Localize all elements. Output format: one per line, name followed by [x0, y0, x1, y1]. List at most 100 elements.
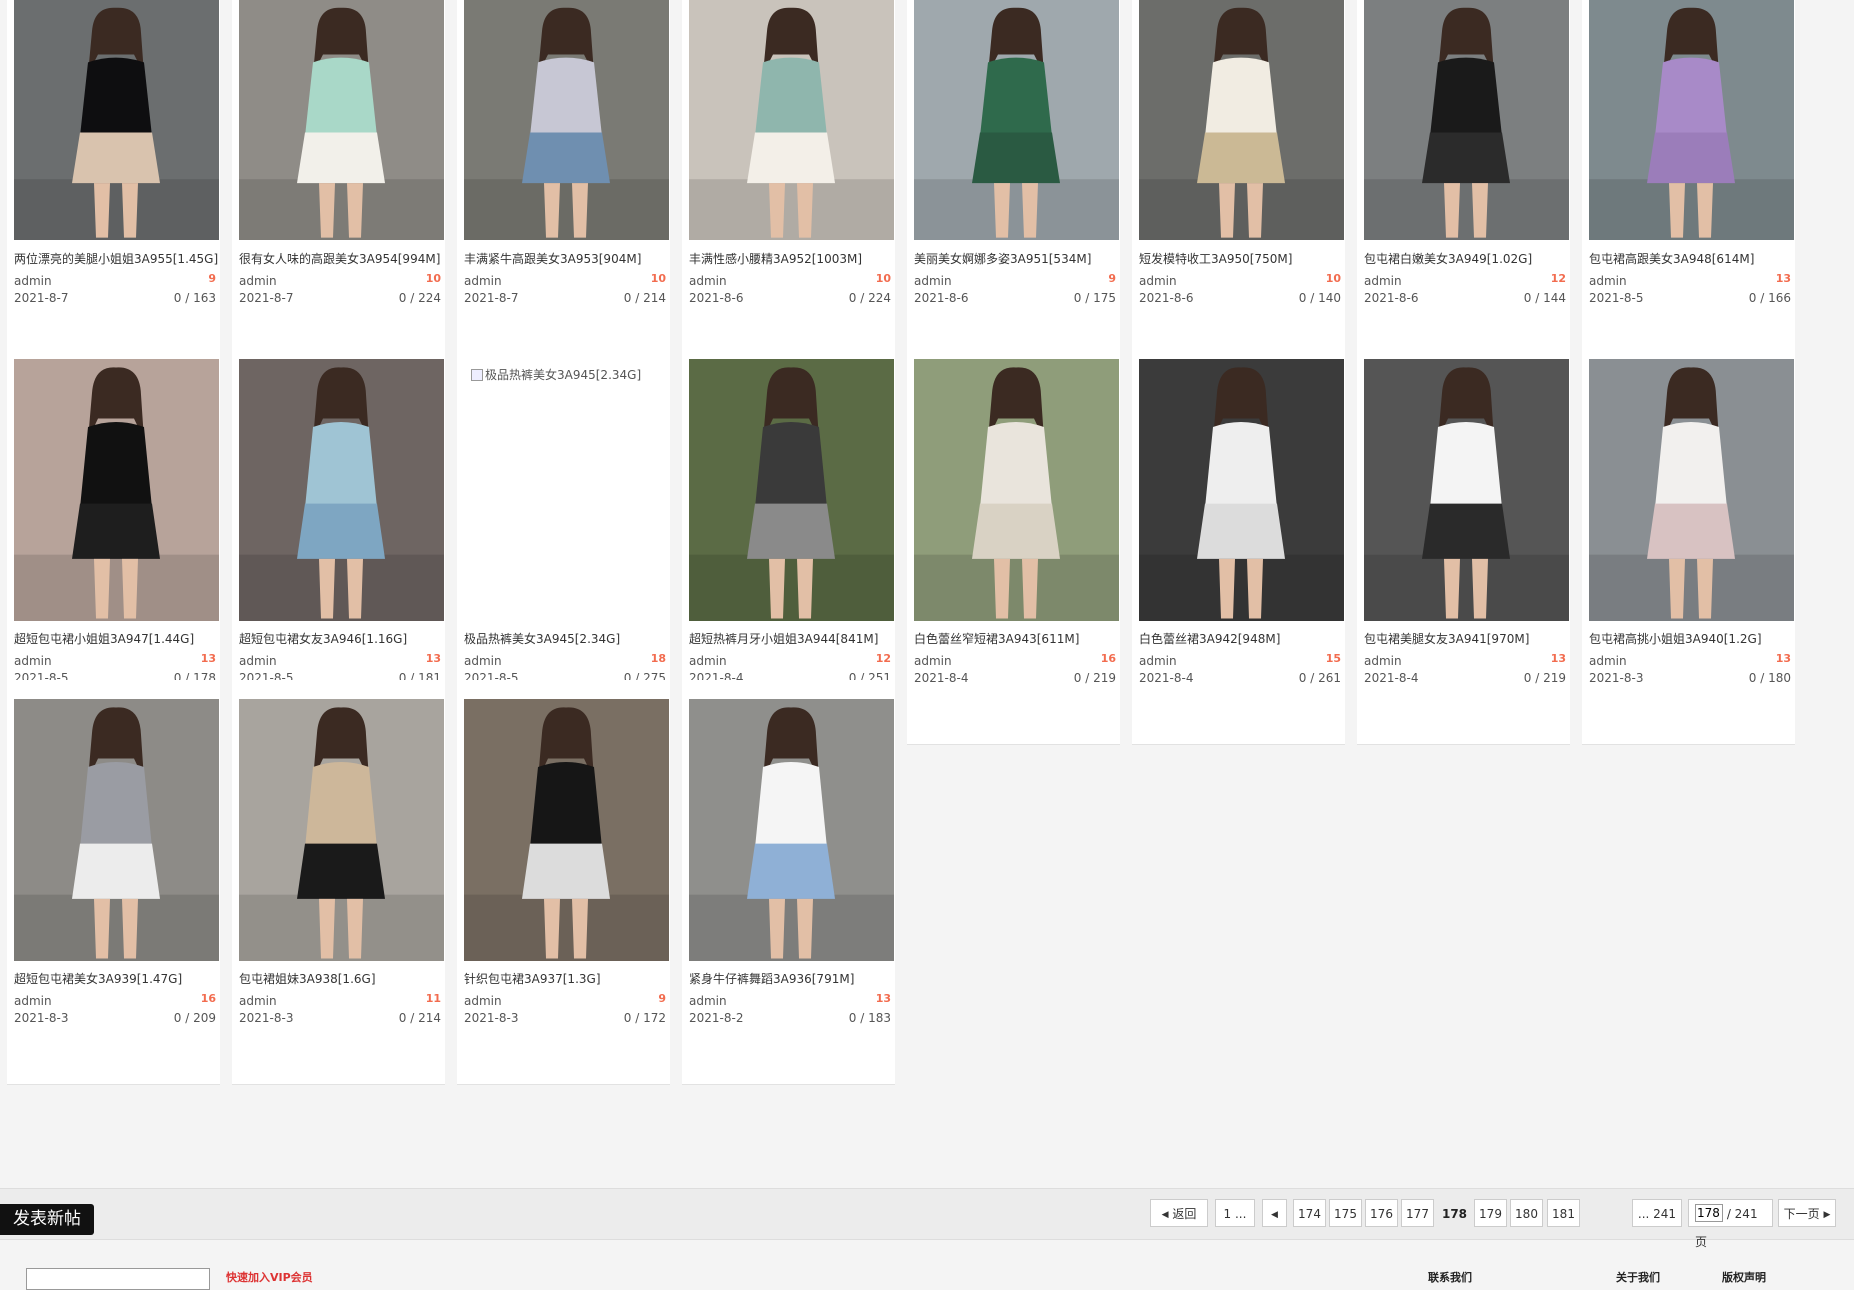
photo-svg: [689, 699, 894, 961]
back-label: 返回: [1172, 1207, 1197, 1221]
thread-title[interactable]: 美丽美女婀娜多姿3A951[534M]: [914, 250, 1124, 267]
thread-author[interactable]: admin: [1589, 274, 1627, 288]
page-179[interactable]: 179: [1474, 1199, 1507, 1227]
thread-thumbnail[interactable]: [1589, 0, 1794, 240]
thread-thumbnail[interactable]: [464, 0, 669, 240]
thread-thumbnail[interactable]: 极品热裤美女3A945[2.34G]: [464, 359, 669, 621]
thread-author[interactable]: admin: [14, 994, 52, 1008]
thread-title[interactable]: 紧身牛仔裤舞蹈3A936[791M]: [689, 970, 899, 987]
footer-search-box[interactable]: [26, 1268, 210, 1290]
new-post-button[interactable]: 发表新帖: [0, 1204, 94, 1235]
thread-thumbnail[interactable]: [689, 699, 894, 961]
thread-thumbnail[interactable]: [239, 699, 444, 961]
thread-thumbnail[interactable]: [14, 0, 219, 240]
thread-author[interactable]: admin: [1589, 654, 1627, 668]
footer-link-copyright[interactable]: 版权声明: [1722, 1269, 1766, 1285]
thread-title[interactable]: 超短包屯裙小姐姐3A947[1.44G]: [14, 630, 224, 647]
thread-title[interactable]: 短发模特收工3A950[750M]: [1139, 250, 1349, 267]
thread-author[interactable]: admin: [464, 994, 502, 1008]
thread-title[interactable]: 超短包屯裙美女3A939[1.47G]: [14, 970, 224, 987]
thread-thumbnail[interactable]: [914, 359, 1119, 621]
page-180[interactable]: 180: [1510, 1199, 1543, 1227]
thread-card[interactable]: 针织包屯裙3A937[1.3G] admin 9 2021-8-3 0 / 172: [457, 680, 670, 1085]
figure-bottom: [72, 843, 160, 899]
thread-title[interactable]: 包屯裙美腿女友3A941[970M]: [1364, 630, 1574, 647]
thread-author[interactable]: admin: [689, 994, 727, 1008]
thread-card[interactable]: 包屯裙美腿女友3A941[970M] admin 13 2021-8-4 0 / 219: [1357, 340, 1570, 745]
thread-thumbnail[interactable]: [464, 699, 669, 961]
thread-card[interactable]: 白色蕾丝裙3A942[948M] admin 15 2021-8-4 0 / 261: [1132, 340, 1345, 745]
thread-author[interactable]: admin: [1139, 274, 1177, 288]
photo-ground: [914, 179, 1119, 240]
thread-title[interactable]: 包屯裙高挑小姐姐3A940[1.2G]: [1589, 630, 1799, 647]
thread-title[interactable]: 包屯裙姐妹3A938[1.6G]: [239, 970, 449, 987]
thread-thumbnail[interactable]: [14, 699, 219, 961]
page-178[interactable]: 178: [1438, 1199, 1471, 1227]
reply-count: 16: [1100, 652, 1116, 665]
prev-page-button[interactable]: ◀: [1262, 1199, 1287, 1227]
thread-title[interactable]: 超短热裤月牙小姐姐3A944[841M]: [689, 630, 899, 647]
thread-card[interactable]: 白色蕾丝窄短裙3A943[611M] admin 16 2021-8-4 0 / 219: [907, 340, 1120, 745]
thread-title[interactable]: 白色蕾丝裙3A942[948M]: [1139, 630, 1349, 647]
thread-author[interactable]: admin: [464, 654, 502, 668]
next-page-button[interactable]: 下一页 ▶: [1778, 1199, 1836, 1227]
thread-author[interactable]: admin: [14, 274, 52, 288]
thread-title[interactable]: 丰满性感小腰精3A952[1003M]: [689, 250, 899, 267]
page-181[interactable]: 181: [1547, 1199, 1580, 1227]
thread-author[interactable]: admin: [689, 274, 727, 288]
thread-card[interactable]: 包屯裙姐妹3A938[1.6G] admin 11 2021-8-3 0 / 214: [232, 680, 445, 1085]
thread-title[interactable]: 白色蕾丝窄短裙3A943[611M]: [914, 630, 1124, 647]
thread-author[interactable]: admin: [14, 654, 52, 668]
thread-author[interactable]: admin: [464, 274, 502, 288]
thread-author[interactable]: admin: [1139, 654, 1177, 668]
thread-title[interactable]: 很有女人味的高跟美女3A954[994M]: [239, 250, 449, 267]
page-174[interactable]: 174: [1293, 1199, 1326, 1227]
back-button[interactable]: ◀ 返回: [1150, 1199, 1208, 1227]
figure-top: [305, 421, 377, 508]
photo-ground: [14, 179, 219, 240]
footer-link-about[interactable]: 关于我们: [1616, 1269, 1660, 1285]
thread-thumbnail[interactable]: [239, 0, 444, 240]
thread-author[interactable]: admin: [689, 654, 727, 668]
thread-thumbnail[interactable]: [1139, 0, 1344, 240]
thread-author[interactable]: admin: [1364, 274, 1402, 288]
footer-join-vip-link[interactable]: 快速加入VIP会员: [226, 1269, 313, 1285]
page-jump-input[interactable]: [1695, 1204, 1723, 1222]
thread-author[interactable]: admin: [239, 994, 277, 1008]
thread-title[interactable]: 包屯裙白嫩美女3A949[1.02G]: [1364, 250, 1574, 267]
thread-thumbnail[interactable]: [689, 359, 894, 621]
thread-thumbnail[interactable]: [1364, 0, 1569, 240]
figure-bottom: [522, 843, 610, 899]
thread-card[interactable]: 超短包屯裙美女3A939[1.47G] admin 16 2021-8-3 0 / 20…: [7, 680, 220, 1085]
thread-thumbnail[interactable]: [689, 0, 894, 240]
thread-title[interactable]: 针织包屯裙3A937[1.3G]: [464, 970, 674, 987]
thread-author[interactable]: admin: [914, 654, 952, 668]
thread-thumbnail[interactable]: [239, 359, 444, 621]
footer-link-contact[interactable]: 联系我们: [1428, 1269, 1472, 1285]
thread-author[interactable]: admin: [239, 274, 277, 288]
page-176[interactable]: 176: [1365, 1199, 1398, 1227]
reply-count: 13: [425, 652, 441, 665]
reply-count: 10: [650, 272, 666, 285]
thread-thumbnail[interactable]: [914, 0, 1119, 240]
thread-thumbnail[interactable]: [1589, 359, 1794, 621]
thread-thumbnail[interactable]: [1139, 359, 1344, 621]
page-last[interactable]: ... 241: [1632, 1199, 1682, 1227]
thread-author[interactable]: admin: [1364, 654, 1402, 668]
thread-card[interactable]: 紧身牛仔裤舞蹈3A936[791M] admin 13 2021-8-2 0 / 183: [682, 680, 895, 1085]
page-175[interactable]: 175: [1329, 1199, 1362, 1227]
reply-count: 11: [425, 992, 441, 1005]
page-first[interactable]: 1 ...: [1215, 1199, 1255, 1227]
thread-card[interactable]: 包屯裙高挑小姐姐3A940[1.2G] admin 13 2021-8-3 0 / 18…: [1582, 340, 1795, 745]
thread-thumbnail[interactable]: [1364, 359, 1569, 621]
thread-title[interactable]: 超短包屯裙女友3A946[1.16G]: [239, 630, 449, 647]
thread-author[interactable]: admin: [239, 654, 277, 668]
page-jump: / 241 页: [1688, 1199, 1773, 1249]
thread-title[interactable]: 包屯裙高跟美女3A948[614M]: [1589, 250, 1799, 267]
thread-thumbnail[interactable]: [14, 359, 219, 621]
thread-title[interactable]: 丰满紧牛高跟美女3A953[904M]: [464, 250, 674, 267]
page-177[interactable]: 177: [1401, 1199, 1434, 1227]
thread-author[interactable]: admin: [914, 274, 952, 288]
thread-title[interactable]: 两位漂亮的美腿小姐姐3A955[1.45G]: [14, 250, 224, 267]
thread-title[interactable]: 极品热裤美女3A945[2.34G]: [464, 630, 674, 647]
